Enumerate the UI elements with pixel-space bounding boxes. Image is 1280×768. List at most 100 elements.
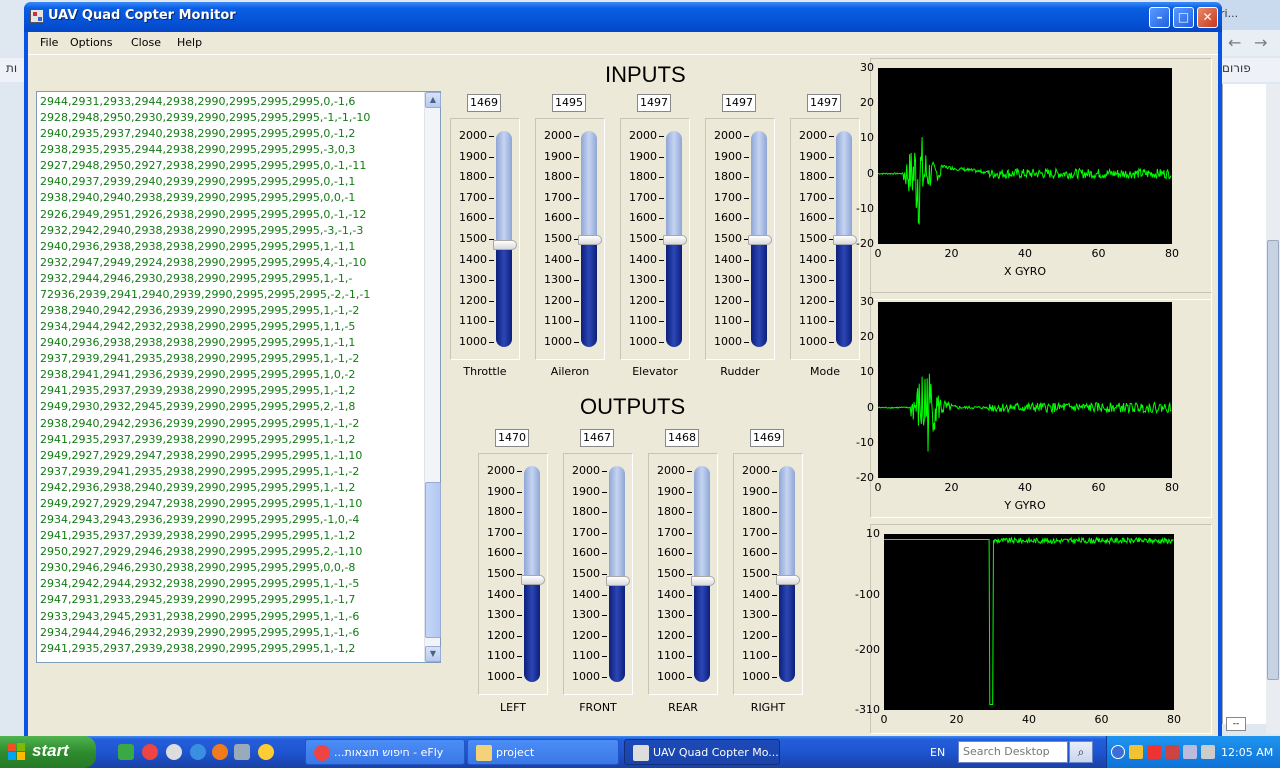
log-line[interactable]: 2934,2943,2943,2936,2939,2990,2995,2995,…	[40, 512, 420, 528]
log-line[interactable]: 2930,2946,2946,2930,2938,2990,2995,2995,…	[40, 560, 420, 576]
log-line[interactable]: 2941,2935,2937,2939,2938,2990,2995,2995,…	[40, 528, 420, 544]
forward-arrow-icon[interactable]: →	[1254, 33, 1267, 52]
outputs-slider-left[interactable]: 2000 1900 1800 1700 1600 1500 1400 1300 1200 1100…	[478, 453, 548, 695]
quicklaunch-app-icon[interactable]	[118, 744, 134, 760]
slider-tick-mark	[602, 512, 607, 514]
log-line[interactable]: 2933,2943,2945,2931,2938,2990,2995,2995,…	[40, 609, 420, 625]
slider-tick-label: 1700	[742, 525, 770, 539]
slider-knob[interactable]	[521, 575, 545, 586]
log-line[interactable]: 2926,2949,2951,2926,2938,2990,2995,2995,…	[40, 207, 420, 223]
y-tick-label: -10	[856, 201, 874, 215]
firefox-icon[interactable]	[212, 744, 228, 760]
log-line[interactable]: 2937,2939,2941,2935,2938,2990,2995,2995,…	[40, 351, 420, 367]
log-line[interactable]: 2949,2927,2929,2947,2938,2990,2995,2995,…	[40, 448, 420, 464]
menu-help[interactable]: Help	[177, 36, 202, 49]
log-line[interactable]: 2932,2947,2949,2924,2938,2990,2995,2995,…	[40, 255, 420, 271]
slider-knob[interactable]	[748, 234, 772, 245]
slider-knob[interactable]	[578, 235, 602, 246]
log-line[interactable]: 2938,2940,2940,2938,2939,2990,2995,2995,…	[40, 190, 420, 206]
chrome-icon[interactable]	[142, 744, 158, 760]
volume-icon[interactable]	[1201, 745, 1215, 759]
inputs-slider-rudder[interactable]: 2000 1900 1800 1700 1600 1500 1400 1300 1200 1100…	[705, 118, 775, 360]
log-line[interactable]: 2938,2935,2935,2944,2938,2990,2995,2995,…	[40, 142, 420, 158]
log-line[interactable]: 2940,2936,2938,2938,2938,2990,2995,2995,…	[40, 239, 420, 255]
task-uav-monitor[interactable]: UAV Quad Copter Mo...	[624, 739, 780, 765]
slider-knob[interactable]	[691, 575, 715, 586]
log-line[interactable]: 2950,2927,2929,2946,2938,2990,2995,2995,…	[40, 544, 420, 560]
scroll-up-button[interactable]: ▲	[425, 92, 441, 108]
language-indicator[interactable]: EN	[930, 746, 945, 759]
maximize-button[interactable]: □	[1173, 7, 1194, 28]
inputs-slider-throttle[interactable]: 2000 1900 1800 1700 1600 1500 1400 1300 1200 1100…	[450, 118, 520, 360]
log-line[interactable]: 2947,2931,2933,2945,2939,2990,2995,2995,…	[40, 592, 420, 608]
chevron-up-icon: ▲	[429, 95, 437, 104]
slider-knob[interactable]	[493, 240, 517, 251]
menu-close[interactable]: Close	[131, 36, 161, 49]
internet-explorer-icon[interactable]	[190, 744, 206, 760]
log-line[interactable]: 72936,2939,2941,2940,2939,2990,2995,2995…	[40, 287, 420, 303]
task-browser[interactable]: ...חיפוש תוצאות - eFly	[305, 739, 465, 765]
log-line[interactable]: 2934,2942,2944,2932,2938,2990,2995,2995,…	[40, 576, 420, 592]
log-line[interactable]: 2941,2935,2937,2939,2938,2990,2995,2995,…	[40, 383, 420, 399]
inputs-slider-aileron[interactable]: 2000 1900 1800 1700 1600 1500 1400 1300 1200 1100…	[535, 118, 605, 360]
log-line[interactable]: 2942,2936,2938,2940,2939,2990,2995,2995,…	[40, 480, 420, 496]
log-line[interactable]: 2944,2931,2933,2944,2938,2990,2995,2995,…	[40, 94, 420, 110]
log-scrollbar[interactable]: ▲ ▼	[424, 92, 441, 662]
scroll-down-button[interactable]: ▼	[425, 646, 441, 662]
log-line[interactable]: 2941,2935,2937,2939,2938,2990,2995,2995,…	[40, 641, 420, 657]
background-scroll-thumb[interactable]	[1267, 240, 1279, 680]
title-bar[interactable]: UAV Quad Copter Monitor – □ ✕	[24, 2, 1222, 32]
log-line[interactable]: 2940,2937,2939,2940,2939,2990,2995,2995,…	[40, 174, 420, 190]
log-line[interactable]: 2932,2942,2940,2938,2938,2990,2995,2995,…	[40, 223, 420, 239]
log-line[interactable]: 2937,2939,2941,2935,2938,2990,2995,2995,…	[40, 464, 420, 480]
shield-icon[interactable]	[1129, 745, 1143, 759]
log-line[interactable]: 2938,2940,2942,2936,2939,2990,2995,2995,…	[40, 303, 420, 319]
outputs-slider-rear[interactable]: 2000 1900 1800 1700 1600 1500 1400 1300 1200 1100…	[648, 453, 718, 695]
menu-file[interactable]: File	[40, 36, 58, 49]
log-line[interactable]: 2932,2944,2946,2930,2938,2990,2995,2995,…	[40, 271, 420, 287]
slider-knob[interactable]	[606, 575, 630, 586]
settings-icon[interactable]	[234, 744, 250, 760]
log-line[interactable]: 2941,2935,2937,2939,2938,2990,2995,2995,…	[40, 432, 420, 448]
search-icon[interactable]: ⌕	[1069, 741, 1093, 763]
log-line[interactable]: 2927,2948,2950,2927,2938,2990,2995,2995,…	[40, 158, 420, 174]
log-line[interactable]: 2934,2944,2946,2932,2939,2990,2995,2995,…	[40, 625, 420, 641]
app-icon[interactable]	[30, 9, 44, 23]
task-project[interactable]: project	[467, 739, 619, 765]
pdf-icon[interactable]	[1147, 745, 1161, 759]
outputs-slider-front[interactable]: 2000 1900 1800 1700 1600 1500 1400 1300 1200 1100…	[563, 453, 633, 695]
log-line[interactable]: 2940,2935,2937,2940,2938,2990,2995,2995,…	[40, 126, 420, 142]
network-icon[interactable]	[1183, 745, 1197, 759]
log-line[interactable]: 2940,2936,2938,2938,2938,2990,2995,2995,…	[40, 335, 420, 351]
log-line[interactable]: 2928,2948,2950,2930,2939,2990,2995,2995,…	[40, 110, 420, 126]
desktop-search-input[interactable]: Search Desktop	[958, 741, 1068, 763]
background-bookmark-left[interactable]: ות	[6, 61, 17, 75]
slider-tick-mark	[744, 259, 749, 261]
minimize-button[interactable]: –	[1149, 7, 1170, 28]
log-line[interactable]: 2938,2940,2942,2936,2939,2990,2995,2995,…	[40, 416, 420, 432]
log-line[interactable]: 2938,2941,2941,2936,2939,2990,2995,2995,…	[40, 367, 420, 383]
back-arrow-icon[interactable]: ←	[1228, 33, 1241, 52]
clock[interactable]: 12:05 AM	[1221, 746, 1273, 759]
close-button[interactable]: ✕	[1197, 7, 1218, 28]
minimize-icon: –	[1156, 10, 1163, 24]
tray-expand-icon[interactable]	[1111, 745, 1125, 759]
log-listbox[interactable]: 2944,2931,2933,2944,2938,2990,2995,2995,…	[36, 91, 441, 663]
slider-tick-label: 1800	[799, 170, 827, 184]
inputs-slider-elevator[interactable]: 2000 1900 1800 1700 1600 1500 1400 1300 1200 1100…	[620, 118, 690, 360]
menu-options[interactable]: Options	[70, 36, 112, 49]
scroll-thumb[interactable]	[425, 482, 441, 638]
log-line[interactable]: 2949,2927,2929,2947,2938,2990,2995,2995,…	[40, 496, 420, 512]
start-button[interactable]: start	[0, 736, 96, 768]
log-line[interactable]: 2949,2930,2932,2945,2939,2990,2995,2995,…	[40, 399, 420, 415]
media-icon[interactable]	[258, 744, 274, 760]
tray-app-icon[interactable]	[1165, 745, 1179, 759]
log-line[interactable]: 2934,2944,2942,2932,2938,2990,2995,2995,…	[40, 319, 420, 335]
disc-icon[interactable]	[166, 744, 182, 760]
background-bookmark-right[interactable]: פורום	[1222, 61, 1251, 75]
outputs-slider-right[interactable]: 2000 1900 1800 1700 1600 1500 1400 1300 1200 1100…	[733, 453, 803, 695]
background-tab-title[interactable]: ri...	[1220, 7, 1238, 20]
slider-tick-mark	[602, 677, 607, 678]
slider-knob[interactable]	[776, 575, 800, 586]
slider-knob[interactable]	[663, 234, 687, 245]
